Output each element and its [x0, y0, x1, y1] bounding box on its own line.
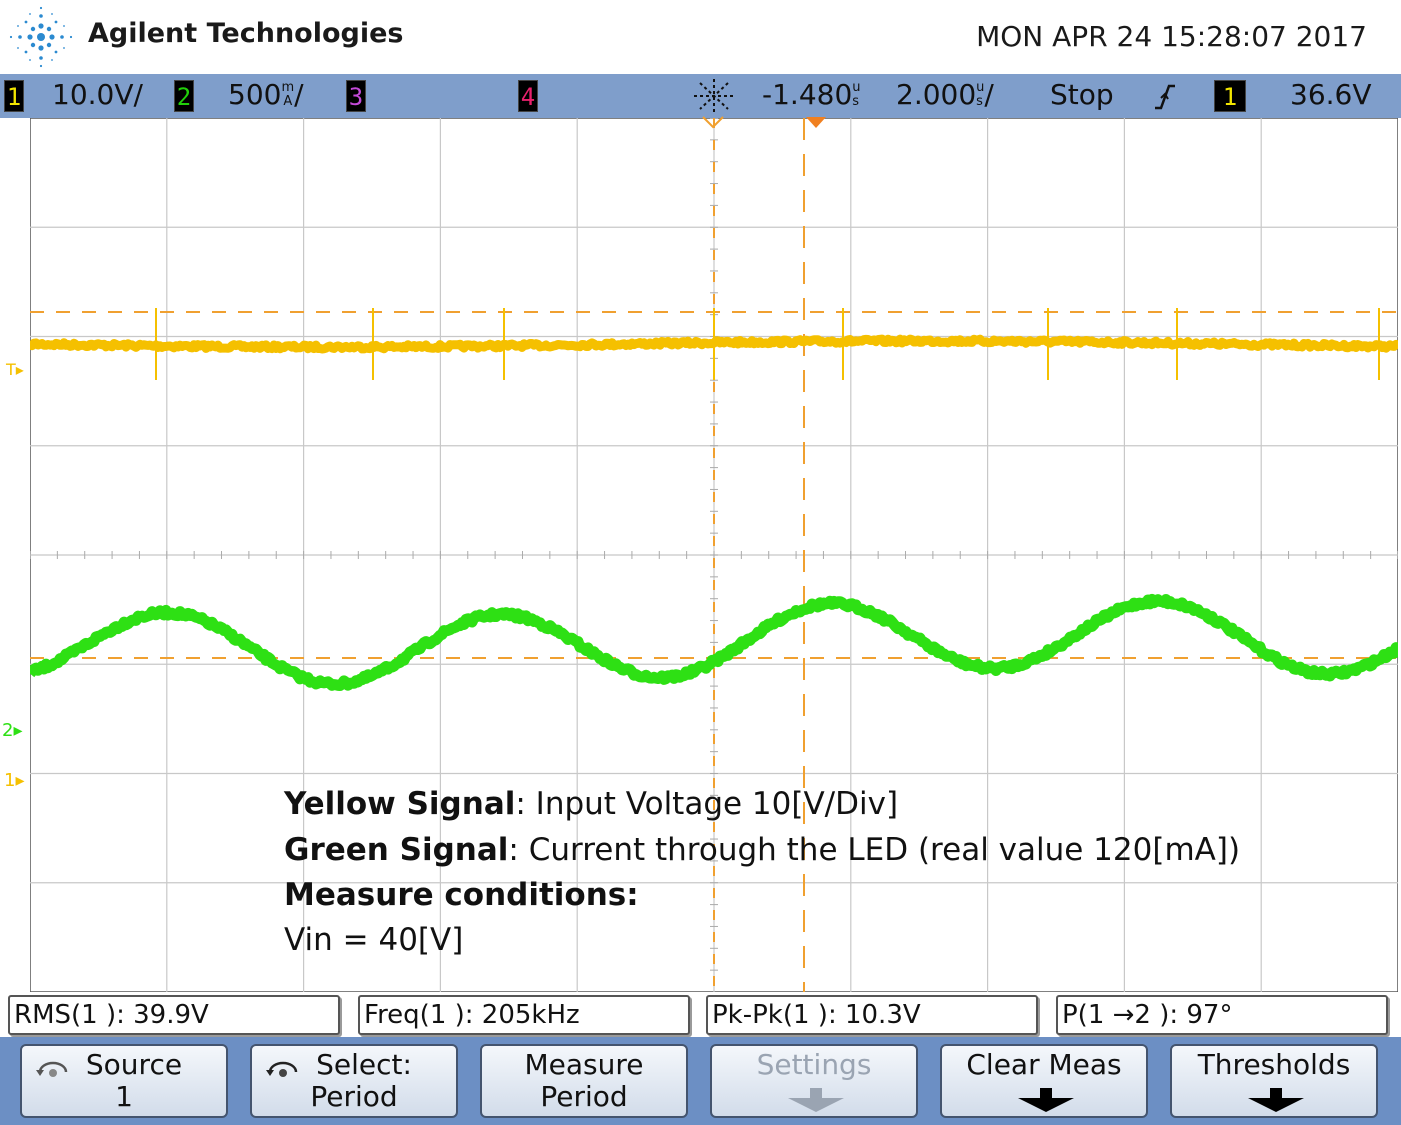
trigger-level-marker: T▸ [6, 360, 24, 379]
ch3-indicator[interactable]: 3 [346, 80, 366, 112]
select-softkey-label: Select: [316, 1048, 412, 1081]
clear-meas-softkey-label: Clear Meas [966, 1048, 1122, 1081]
ch2-unit-bottom: A [283, 94, 293, 109]
ch1-ground-marker: 1▸ [4, 770, 25, 791]
settings-softkey[interactable]: Settings [710, 1044, 918, 1118]
ch1-scale: 10.0V/ [52, 78, 143, 111]
delay-position-marker [806, 117, 826, 128]
ch2-indicator[interactable]: 2 [174, 80, 194, 112]
ch2-ground-marker: 2▸ [2, 720, 23, 741]
down-arrow-icon [788, 1088, 844, 1112]
annotation-line-2: Green Signal: Current through the LED (r… [284, 832, 1240, 868]
ch2-marker-label: 2 [2, 720, 14, 741]
timebase-unit-bottom: s [976, 94, 983, 109]
trigger-position-marker [702, 116, 724, 129]
delay-value: -1.480 [762, 78, 853, 111]
measurement-pkpk: Pk-Pk(1 ): 10.3V [706, 995, 1038, 1035]
delay-unit: us [852, 81, 860, 109]
source-softkey-label: Source [85, 1048, 183, 1081]
annotation-conditions-label: Measure conditions: [284, 877, 639, 913]
source-softkey[interactable]: Source 1 [20, 1044, 228, 1118]
ch1-indicator[interactable]: 1 [4, 80, 24, 112]
brand-name: Agilent Technologies [88, 18, 404, 49]
measure-period-softkey[interactable]: Measure Period [480, 1044, 688, 1118]
annotation-line-4: Vin = 40[V] [284, 922, 464, 958]
thresholds-softkey-label: Thresholds [1197, 1048, 1351, 1081]
run-state[interactable]: Stop [1050, 78, 1114, 111]
ch2-scale-slash: / [294, 78, 304, 111]
thresholds-softkey[interactable]: Thresholds [1170, 1044, 1378, 1118]
date-time: MON APR 24 15:28:07 2017 [976, 20, 1367, 53]
annotation-yellow-text: : Input Voltage 10[V/Div] [515, 786, 899, 822]
ch2-scale-unit: mA [281, 81, 294, 109]
trigger-marker-label: T [6, 360, 16, 379]
measurement-freq: Freq(1 ): 205kHz [358, 995, 690, 1035]
rising-edge-icon [1155, 84, 1175, 110]
clear-meas-softkey[interactable]: Clear Meas [940, 1044, 1148, 1118]
ch2-scale-value: 500 [228, 78, 282, 111]
settings-softkey-label: Settings [756, 1048, 872, 1081]
down-arrow-icon [1248, 1088, 1304, 1112]
ch1-marker-label: 1 [4, 770, 16, 791]
agilent-spark-logo-icon [9, 6, 73, 68]
status-bar: 1 10.0V/ 2 500m A/ 3 4 -1.480u s 2.000u s/ … [0, 74, 1401, 118]
ch4-indicator[interactable]: 4 [518, 80, 538, 112]
measurement-rms: RMS(1 ): 39.9V [8, 995, 340, 1035]
down-arrow-icon [1018, 1088, 1074, 1112]
ch2-scale: 500m A/ [228, 78, 304, 111]
trigger-source[interactable]: 1 [1214, 80, 1246, 112]
annotation-yellow-label: Yellow Signal [284, 786, 516, 822]
annotation-line-1: Yellow Signal: Input Voltage 10[V/Div] [284, 786, 898, 822]
annotation-line-3: Measure conditions: [284, 877, 639, 913]
measure-softkey-label: Measure [524, 1048, 644, 1081]
timebase-readout: 2.000u s/ [896, 78, 994, 111]
trigger-level: 36.6V [1290, 78, 1372, 111]
annotation-green-text: : Current through the LED (real value 12… [508, 832, 1241, 868]
annotation-green-label: Green Signal [284, 832, 509, 868]
ch2-unit-top: m [281, 80, 295, 95]
measure-softkey-value: Period [540, 1080, 628, 1113]
source-softkey-value: 1 [115, 1080, 133, 1113]
title-bar: Agilent Technologies MON APR 24 15:28:07… [0, 0, 1401, 74]
timebase-slash: / [984, 78, 994, 111]
delay-unit-top: u [852, 80, 861, 95]
select-softkey[interactable]: Select: Period [250, 1044, 458, 1118]
delay-unit-bottom: s [852, 94, 860, 109]
trigger-delay-icon [694, 79, 734, 113]
select-softkey-value: Period [310, 1080, 398, 1113]
timebase-value: 2.000 [896, 78, 977, 111]
measurement-phase: P(1 →2 ): 97° [1056, 995, 1388, 1035]
delay-readout: -1.480u s [762, 78, 861, 111]
